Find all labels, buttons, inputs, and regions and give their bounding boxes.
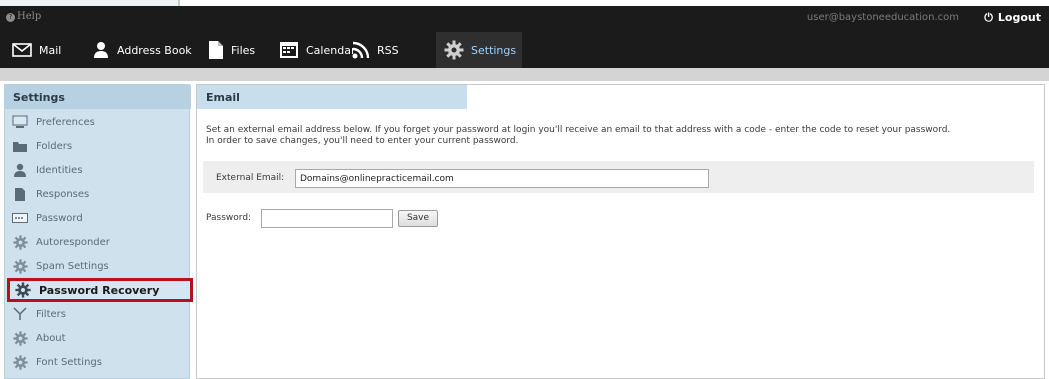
nav-label: Mail [39, 43, 62, 57]
sidebar-item-filters[interactable]: Filters [5, 302, 191, 326]
nav-label: RSS [377, 43, 399, 57]
user-email: user@baystoneeducation.com [806, 12, 959, 23]
sidebar-item-label: Filters [36, 308, 66, 320]
person-icon [12, 162, 28, 178]
external-email-row: External Email: Domains@onlinepracticema… [203, 161, 1034, 193]
sidebar-item-about[interactable]: About [5, 326, 191, 350]
nav-mail[interactable]: Mail [12, 32, 61, 68]
nav-label: Calendar [306, 43, 356, 57]
external-email-field[interactable]: Domains@onlinepracticemail.com [295, 169, 709, 188]
sidebar-item-label: Spam Settings [36, 260, 109, 272]
sidebar-item-preferences[interactable]: Preferences [5, 110, 191, 134]
nav-files[interactable]: Files [208, 32, 255, 68]
gear-icon [12, 234, 28, 250]
sidebar-item-label: Password Recovery [39, 283, 160, 297]
sidebar-item-font-settings[interactable]: Font Settings [5, 350, 191, 374]
sidebar-item-password[interactable]: Password [5, 206, 191, 230]
sidebar-item-autoresponder[interactable]: Autoresponder [5, 230, 191, 254]
nav-rss[interactable]: RSS [352, 32, 399, 68]
gear-icon [12, 258, 28, 274]
rss-icon [352, 41, 370, 59]
logout-label: Logout [997, 11, 1041, 24]
app-header: ? Help user@baystoneeducation.com ⏻ Logout… [0, 6, 1049, 68]
settings-panel: Email Set an external email address belo… [196, 84, 1045, 379]
nav-label: Address Book [117, 43, 192, 57]
external-email-label: External Email: [216, 173, 285, 183]
sidebar-item-spam-settings[interactable]: Spam Settings [5, 254, 191, 278]
help-link[interactable]: ? Help [6, 11, 41, 22]
password-field[interactable] [261, 209, 393, 228]
panel-description: Set an external email address below. If … [206, 125, 1041, 147]
settings-sidebar: Settings Preferences Folders Identities … [4, 84, 193, 379]
sidebar-item-label: About [36, 332, 66, 344]
description-line: Set an external email address below. If … [206, 125, 951, 135]
panel-title: Email [197, 85, 467, 109]
sidebar-item-responses[interactable]: Responses [5, 182, 191, 206]
password-field-icon [12, 210, 28, 226]
sidebar-item-label: Preferences [36, 116, 95, 128]
help-label: Help [17, 11, 42, 22]
document-icon [12, 186, 28, 202]
envelope-icon [12, 43, 32, 57]
sidebar-item-label: Identities [36, 164, 83, 176]
sidebar-title: Settings [5, 85, 191, 109]
gear-icon [12, 330, 28, 346]
description-line: In order to save changes, you'll need to… [206, 136, 519, 146]
save-button[interactable]: Save [398, 210, 438, 227]
filter-icon [12, 306, 28, 322]
calendar-icon [280, 42, 298, 58]
sidebar-item-label: Folders [36, 140, 73, 152]
header-band [0, 68, 1049, 81]
sidebar-item-label: Font Settings [36, 356, 102, 368]
gear-icon [15, 282, 31, 298]
gear-icon [12, 354, 28, 370]
nav-settings[interactable]: Settings [436, 32, 522, 68]
main-nav: Mail Address Book Files Calendar RSS Set… [0, 32, 1049, 68]
logout-button[interactable]: ⏻ Logout [984, 11, 1041, 25]
folder-icon [12, 138, 28, 154]
header-top-row: ? Help user@baystoneeducation.com ⏻ Logout [0, 6, 1049, 28]
file-icon [209, 41, 223, 59]
sidebar-item-label: Password [36, 212, 83, 224]
person-icon [94, 42, 108, 58]
gear-icon [444, 40, 464, 60]
sidebar-item-label: Responses [36, 188, 90, 200]
sidebar-item-identities[interactable]: Identities [5, 158, 191, 182]
help-icon: ? [6, 13, 15, 22]
sidebar-item-label: Autoresponder [36, 236, 110, 248]
sidebar-item-password-recovery[interactable]: Password Recovery [7, 278, 193, 302]
sidebar-item-folders[interactable]: Folders [5, 134, 191, 158]
password-label: Password: [206, 213, 252, 223]
nav-address-book[interactable]: Address Book [92, 32, 192, 68]
power-icon: ⏻ [984, 11, 993, 24]
nav-label: Files [231, 43, 256, 57]
nav-calendar[interactable]: Calendar [279, 32, 355, 68]
monitor-icon [12, 114, 28, 130]
nav-label: Settings [471, 43, 517, 57]
